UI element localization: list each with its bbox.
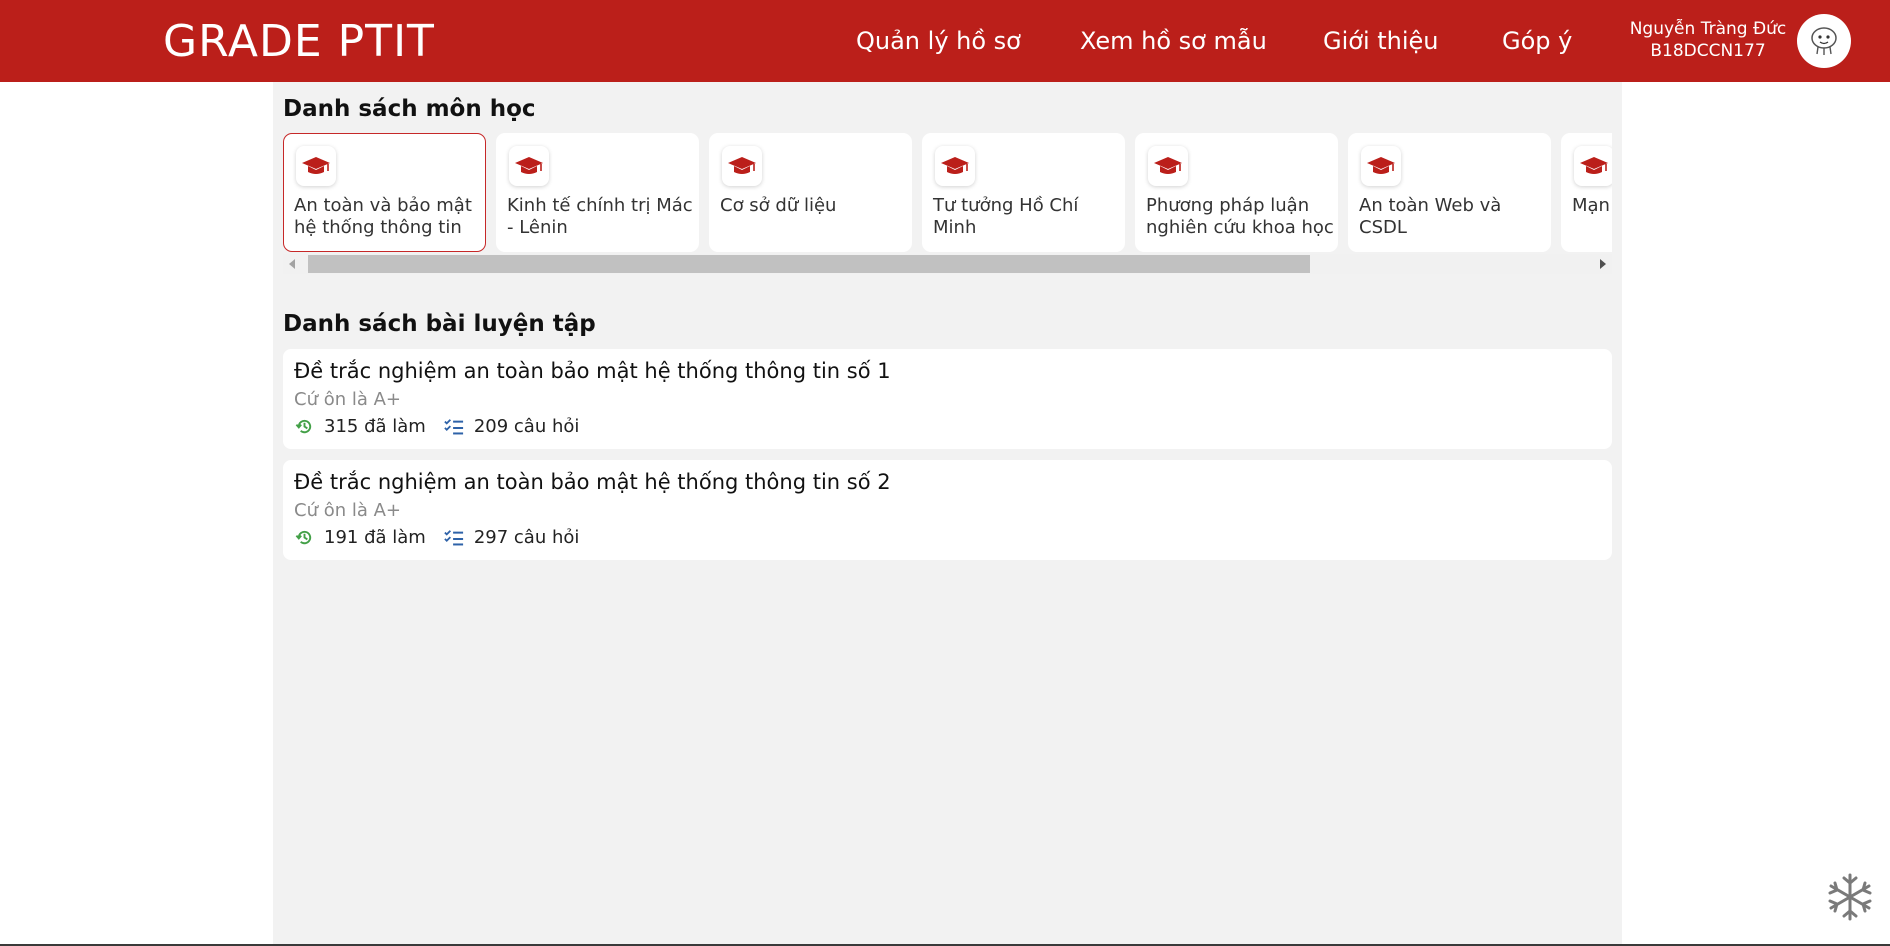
history-icon bbox=[294, 417, 314, 437]
subject-card[interactable]: An toàn Web và CSDL bbox=[1348, 133, 1551, 252]
subject-label: Kinh tế chính trị Mác - Lênin bbox=[507, 195, 693, 238]
user-info[interactable]: Nguyễn Tràng Đức B18DCCN177 bbox=[1620, 18, 1796, 62]
subject-label: Cơ sở dữ liệu bbox=[720, 195, 837, 216]
subject-card[interactable]: Mạn bbox=[1561, 133, 1612, 252]
subject-card[interactable]: Tư tưởng Hồ Chí Minh bbox=[922, 133, 1125, 252]
nav-feedback[interactable]: Góp ý bbox=[1502, 27, 1572, 55]
brand-logo[interactable]: GRADE PTIT bbox=[163, 16, 435, 67]
graduation-cap-icon bbox=[935, 146, 975, 186]
nav-sample-profiles[interactable]: Xem hồ sơ mẫu bbox=[1080, 27, 1267, 55]
graduation-cap-icon bbox=[722, 146, 762, 186]
graduation-cap-icon bbox=[1148, 146, 1188, 186]
checklist-icon bbox=[444, 528, 464, 548]
exercise-card[interactable]: Đề trắc nghiệm an toàn bảo mật hệ thống … bbox=[283, 460, 1612, 560]
subject-label: An toàn và bảo mật hệ thống thông tin bbox=[294, 195, 472, 238]
attempt-count: 315 đã làm bbox=[324, 416, 426, 437]
subject-label: An toàn Web và CSDL bbox=[1359, 195, 1502, 238]
scrollbar-thumb[interactable] bbox=[308, 255, 1310, 273]
subject-card[interactable]: An toàn và bảo mật hệ thống thông tin bbox=[283, 133, 486, 252]
subject-card[interactable]: Cơ sở dữ liệu bbox=[709, 133, 912, 252]
exercise-title[interactable]: Đề trắc nghiệm an toàn bảo mật hệ thống … bbox=[294, 470, 891, 494]
nav-profile-management[interactable]: Quản lý hồ sơ bbox=[856, 27, 1021, 55]
scroll-left-arrow-icon[interactable] bbox=[289, 259, 295, 269]
subject-label: Mạn bbox=[1572, 195, 1610, 216]
main-content: Danh sách môn học An toàn và bảo mật hệ … bbox=[273, 82, 1622, 946]
user-name: Nguyễn Tràng Đức bbox=[1629, 19, 1787, 39]
graduation-cap-icon bbox=[509, 146, 549, 186]
subject-card[interactable]: Phương pháp luận nghiên cứu khoa học bbox=[1135, 133, 1338, 252]
horizontal-scrollbar[interactable] bbox=[283, 254, 1612, 274]
subject-carousel: An toàn và bảo mật hệ thống thông tin Ki… bbox=[283, 133, 1612, 252]
history-icon bbox=[294, 528, 314, 548]
avatar[interactable] bbox=[1797, 14, 1851, 68]
top-header: GRADE PTIT Quản lý hồ sơ Xem hồ sơ mẫu G… bbox=[0, 0, 1890, 82]
exercise-subtitle: Cứ ôn là A+ bbox=[294, 389, 401, 410]
exercises-heading: Danh sách bài luyện tập bbox=[283, 311, 596, 337]
subject-label: Tư tưởng Hồ Chí Minh bbox=[933, 195, 1079, 238]
question-count: 209 câu hỏi bbox=[473, 416, 580, 437]
graduation-cap-icon bbox=[1361, 146, 1401, 186]
exercise-title[interactable]: Đề trắc nghiệm an toàn bảo mật hệ thống … bbox=[294, 359, 891, 383]
attempt-count: 191 đã làm bbox=[324, 527, 426, 548]
graduation-cap-icon bbox=[296, 146, 336, 186]
exercise-meta: 315 đã làm 209 câu hỏi bbox=[294, 416, 579, 437]
snowflake-icon[interactable] bbox=[1825, 872, 1875, 922]
graduation-cap-icon bbox=[1574, 146, 1612, 186]
exercise-card[interactable]: Đề trắc nghiệm an toàn bảo mật hệ thống … bbox=[283, 349, 1612, 449]
subject-label: Phương pháp luận nghiên cứu khoa học bbox=[1146, 195, 1334, 238]
question-count: 297 câu hỏi bbox=[473, 527, 580, 548]
user-id: B18DCCN177 bbox=[1650, 41, 1766, 61]
nav-about[interactable]: Giới thiệu bbox=[1323, 27, 1439, 55]
checklist-icon bbox=[444, 417, 464, 437]
subjects-heading: Danh sách môn học bbox=[283, 96, 536, 122]
scroll-right-arrow-icon[interactable] bbox=[1600, 259, 1606, 269]
exercise-subtitle: Cứ ôn là A+ bbox=[294, 500, 401, 521]
exercise-meta: 191 đã làm 297 câu hỏi bbox=[294, 527, 579, 548]
avatar-face-icon bbox=[1811, 27, 1837, 55]
subject-card[interactable]: Kinh tế chính trị Mác - Lênin bbox=[496, 133, 699, 252]
